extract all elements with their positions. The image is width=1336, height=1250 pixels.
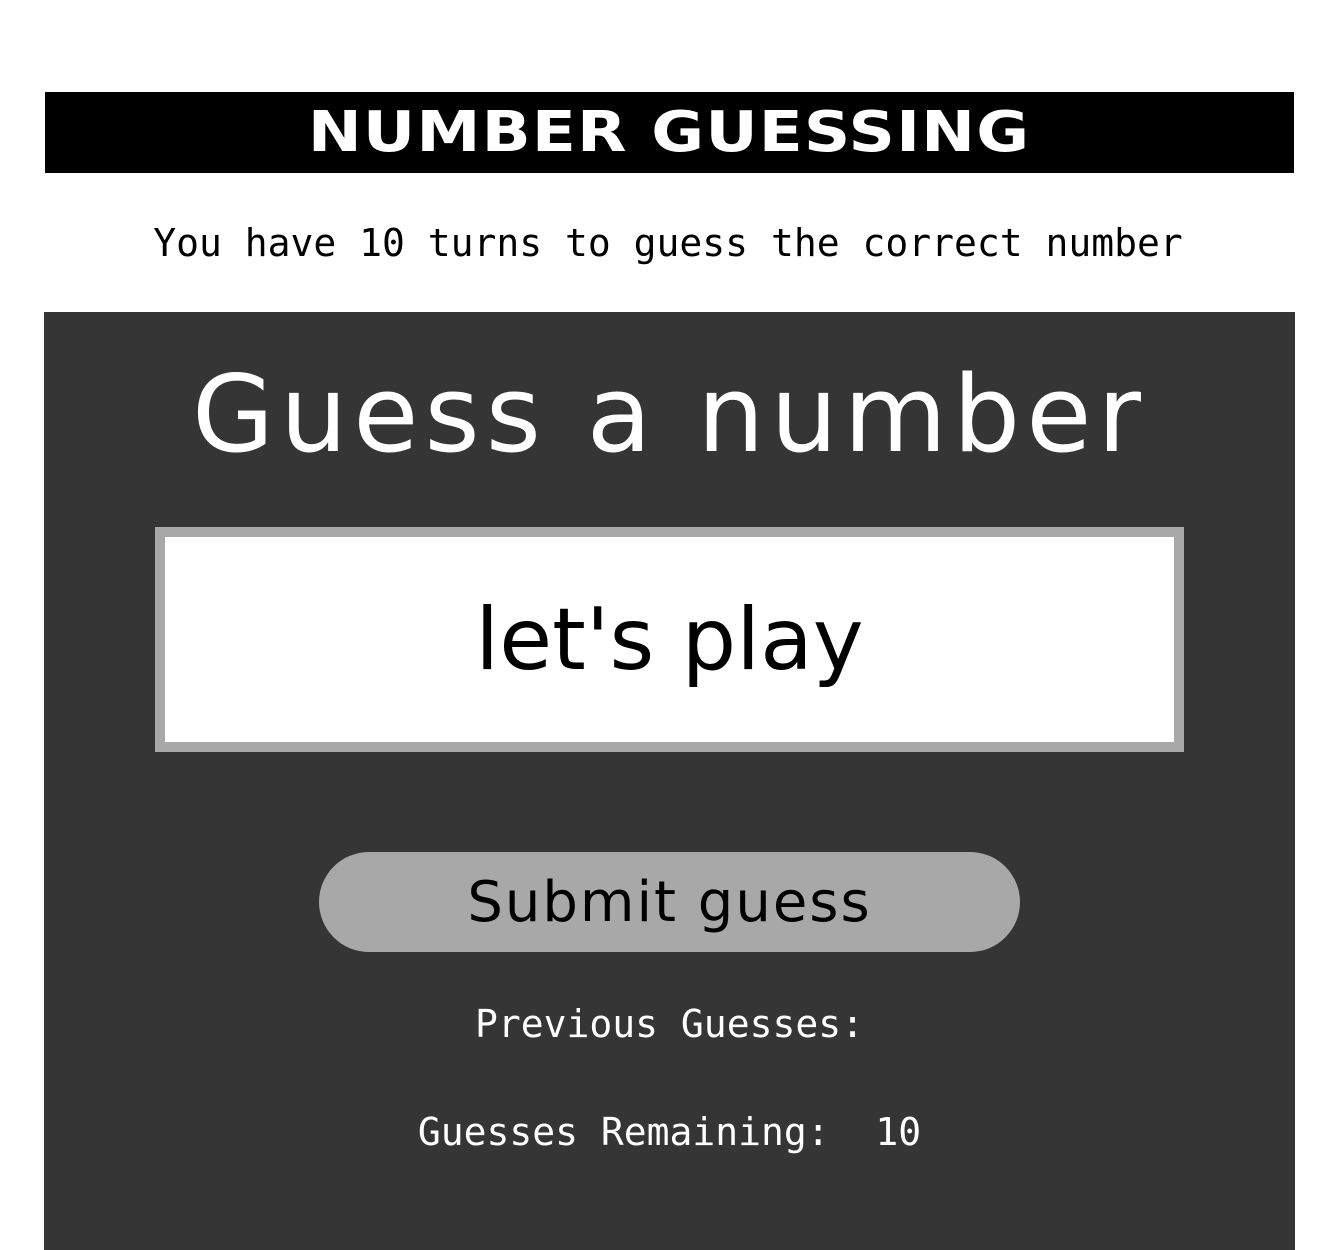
guesses-remaining: Guesses Remaining: 10 <box>44 1107 1295 1157</box>
submit-guess-button[interactable]: Submit guess <box>319 852 1020 952</box>
previous-guesses-label: Previous Guesses: <box>475 1002 864 1046</box>
game-panel: Guess a number Submit guess Previous Gue… <box>44 312 1295 1250</box>
previous-guesses: Previous Guesses: <box>44 999 1295 1049</box>
game-title: Guess a number <box>191 353 1148 476</box>
instructions-text: You have 10 turns to guess the correct n… <box>153 221 1183 265</box>
guess-input[interactable] <box>155 527 1184 752</box>
guesses-remaining-value: 10 <box>875 1110 922 1154</box>
page-title: NUMBER GUESSING <box>308 99 1031 165</box>
guesses-remaining-label: Guesses Remaining: <box>417 1110 830 1154</box>
header-bar: NUMBER GUESSING <box>45 92 1294 173</box>
